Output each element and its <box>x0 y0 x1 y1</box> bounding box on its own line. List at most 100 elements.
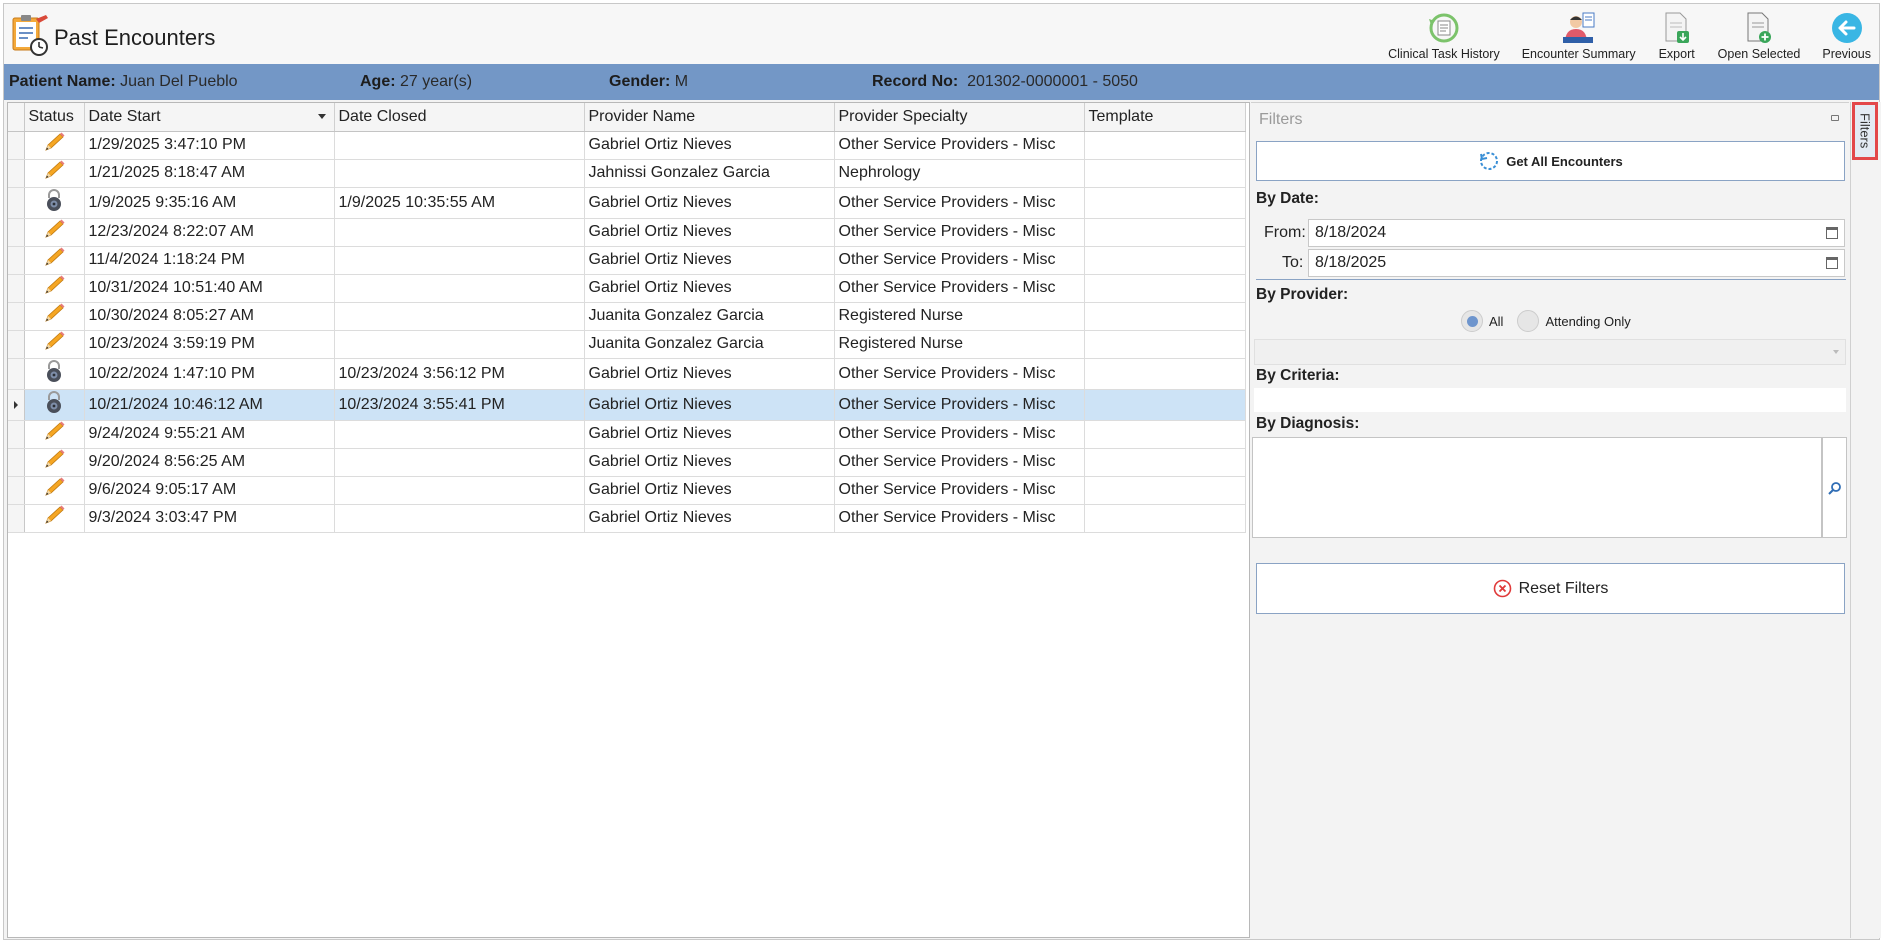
date-start-cell[interactable]: 1/29/2025 3:47:10 PM <box>84 131 335 160</box>
date-closed-cell[interactable]: 10/23/2024 3:56:12 PM <box>334 358 585 390</box>
diagnosis-field[interactable] <box>1252 437 1822 538</box>
status-cell[interactable] <box>24 389 85 421</box>
radio-all[interactable]: All <box>1461 310 1503 332</box>
filters-side-tab[interactable]: Filters <box>1852 102 1878 160</box>
date-start-cell[interactable]: 10/22/2024 1:47:10 PM <box>84 358 335 390</box>
date-start-cell[interactable]: 9/6/2024 9:05:17 AM <box>84 476 335 505</box>
row-indicator[interactable] <box>8 389 25 421</box>
get-all-encounters-button[interactable]: Get All Encounters <box>1256 141 1845 181</box>
status-cell[interactable] <box>24 448 85 477</box>
date-closed-cell[interactable] <box>334 218 585 247</box>
provider-name-cell[interactable]: Gabriel Ortiz Nieves <box>584 504 835 533</box>
provider-specialty-cell[interactable]: Nephrology <box>834 159 1085 188</box>
status-cell[interactable] <box>24 159 85 188</box>
status-cell[interactable] <box>24 504 85 533</box>
provider-name-cell[interactable]: Gabriel Ortiz Nieves <box>584 448 835 477</box>
row-indicator[interactable] <box>8 448 25 477</box>
template-cell[interactable] <box>1084 330 1246 359</box>
status-cell[interactable] <box>24 131 85 160</box>
date-start-cell[interactable]: 10/21/2024 10:46:12 AM <box>84 389 335 421</box>
date-start-cell[interactable]: 10/23/2024 3:59:19 PM <box>84 330 335 359</box>
provider-specialty-cell[interactable]: Other Service Providers - Misc <box>834 187 1085 219</box>
template-cell[interactable] <box>1084 131 1246 160</box>
date-closed-cell[interactable] <box>334 330 585 359</box>
provider-specialty-cell[interactable]: Other Service Providers - Misc <box>834 504 1085 533</box>
date-closed-cell[interactable] <box>334 476 585 505</box>
provider-specialty-cell[interactable]: Other Service Providers - Misc <box>834 476 1085 505</box>
date-closed-cell[interactable] <box>334 504 585 533</box>
date-closed-cell[interactable] <box>334 159 585 188</box>
template-cell[interactable] <box>1084 504 1246 533</box>
table-row[interactable]: 9/3/2024 3:03:47 PM Gabriel Ortiz Nieves O… <box>8 504 1246 533</box>
row-indicator[interactable] <box>8 187 25 219</box>
row-indicator[interactable] <box>8 358 25 390</box>
row-indicator[interactable] <box>8 159 25 188</box>
date-start-cell[interactable]: 9/20/2024 8:56:25 AM <box>84 448 335 477</box>
to-date-input[interactable]: 8/18/2025 <box>1308 249 1845 277</box>
open-selected-button[interactable]: Open Selected <box>1718 8 1800 64</box>
date-closed-cell[interactable] <box>334 246 585 275</box>
column-header-date-start[interactable]: Date Start <box>84 103 335 132</box>
table-row[interactable]: 10/23/2024 3:59:19 PM Juanita Gonzalez Ga… <box>8 330 1246 359</box>
previous-button[interactable]: Previous <box>1822 8 1871 64</box>
radio-attending-only[interactable]: Attending Only <box>1517 310 1631 332</box>
provider-name-cell[interactable]: Gabriel Ortiz Nieves <box>584 187 835 219</box>
provider-name-cell[interactable]: Juanita Gonzalez Garcia <box>584 302 835 331</box>
provider-name-cell[interactable]: Gabriel Ortiz Nieves <box>584 358 835 390</box>
table-row[interactable]: 9/24/2024 9:55:21 AM Gabriel Ortiz Nieves… <box>8 420 1246 449</box>
template-cell[interactable] <box>1084 448 1246 477</box>
provider-name-cell[interactable]: Juanita Gonzalez Garcia <box>584 330 835 359</box>
date-closed-cell[interactable] <box>334 131 585 160</box>
date-start-cell[interactable]: 9/24/2024 9:55:21 AM <box>84 420 335 449</box>
status-cell[interactable] <box>24 476 85 505</box>
table-row[interactable]: 9/6/2024 9:05:17 AM Gabriel Ortiz Nieves O… <box>8 476 1246 505</box>
table-row[interactable]: 1/29/2025 3:47:10 PM Gabriel Ortiz Nieves… <box>8 131 1246 160</box>
column-header-provider-name[interactable]: Provider Name <box>584 103 835 132</box>
table-row[interactable]: 1/9/2025 9:35:16 AM 1/9/2025 10:35:55 AM G… <box>8 187 1246 219</box>
provider-specialty-cell[interactable]: Other Service Providers - Misc <box>834 218 1085 247</box>
calendar-icon[interactable] <box>1826 257 1838 269</box>
provider-select[interactable] <box>1254 339 1846 365</box>
date-closed-cell[interactable] <box>334 420 585 449</box>
provider-name-cell[interactable]: Gabriel Ortiz Nieves <box>584 420 835 449</box>
row-indicator[interactable] <box>8 274 25 303</box>
provider-specialty-cell[interactable]: Other Service Providers - Misc <box>834 389 1085 421</box>
provider-specialty-cell[interactable]: Other Service Providers - Misc <box>834 448 1085 477</box>
template-cell[interactable] <box>1084 218 1246 247</box>
status-cell[interactable] <box>24 302 85 331</box>
table-row[interactable]: 9/20/2024 8:56:25 AM Gabriel Ortiz Nieves… <box>8 448 1246 477</box>
column-header-date-closed[interactable]: Date Closed <box>334 103 585 132</box>
provider-specialty-cell[interactable]: Other Service Providers - Misc <box>834 246 1085 275</box>
table-row[interactable]: 10/21/2024 10:46:12 AM 10/23/2024 3:55:41… <box>8 389 1246 421</box>
column-header-status[interactable]: Status <box>24 103 85 132</box>
table-row[interactable]: 11/4/2024 1:18:24 PM Gabriel Ortiz Nieves… <box>8 246 1246 275</box>
status-cell[interactable] <box>24 358 85 390</box>
row-indicator[interactable] <box>8 246 25 275</box>
provider-name-cell[interactable]: Gabriel Ortiz Nieves <box>584 246 835 275</box>
reset-filters-button[interactable]: Reset Filters <box>1256 563 1845 614</box>
template-cell[interactable] <box>1084 476 1246 505</box>
template-cell[interactable] <box>1084 246 1246 275</box>
column-header-provider-specialty[interactable]: Provider Specialty <box>834 103 1085 132</box>
row-indicator[interactable] <box>8 476 25 505</box>
date-closed-cell[interactable]: 1/9/2025 10:35:55 AM <box>334 187 585 219</box>
table-row[interactable]: 10/30/2024 8:05:27 AM Juanita Gonzalez Ga… <box>8 302 1246 331</box>
date-start-cell[interactable]: 10/30/2024 8:05:27 AM <box>84 302 335 331</box>
row-indicator[interactable] <box>8 218 25 247</box>
template-cell[interactable] <box>1084 274 1246 303</box>
provider-specialty-cell[interactable]: Other Service Providers - Misc <box>834 420 1085 449</box>
template-cell[interactable] <box>1084 159 1246 188</box>
provider-name-cell[interactable]: Gabriel Ortiz Nieves <box>584 218 835 247</box>
provider-name-cell[interactable]: Gabriel Ortiz Nieves <box>584 131 835 160</box>
template-cell[interactable] <box>1084 187 1246 219</box>
provider-specialty-cell[interactable]: Registered Nurse <box>834 330 1085 359</box>
provider-name-cell[interactable]: Gabriel Ortiz Nieves <box>584 389 835 421</box>
template-cell[interactable] <box>1084 302 1246 331</box>
status-cell[interactable] <box>24 246 85 275</box>
template-cell[interactable] <box>1084 420 1246 449</box>
status-cell[interactable] <box>24 274 85 303</box>
template-cell[interactable] <box>1084 358 1246 390</box>
row-indicator[interactable] <box>8 131 25 160</box>
row-indicator[interactable] <box>8 504 25 533</box>
status-cell[interactable] <box>24 187 85 219</box>
